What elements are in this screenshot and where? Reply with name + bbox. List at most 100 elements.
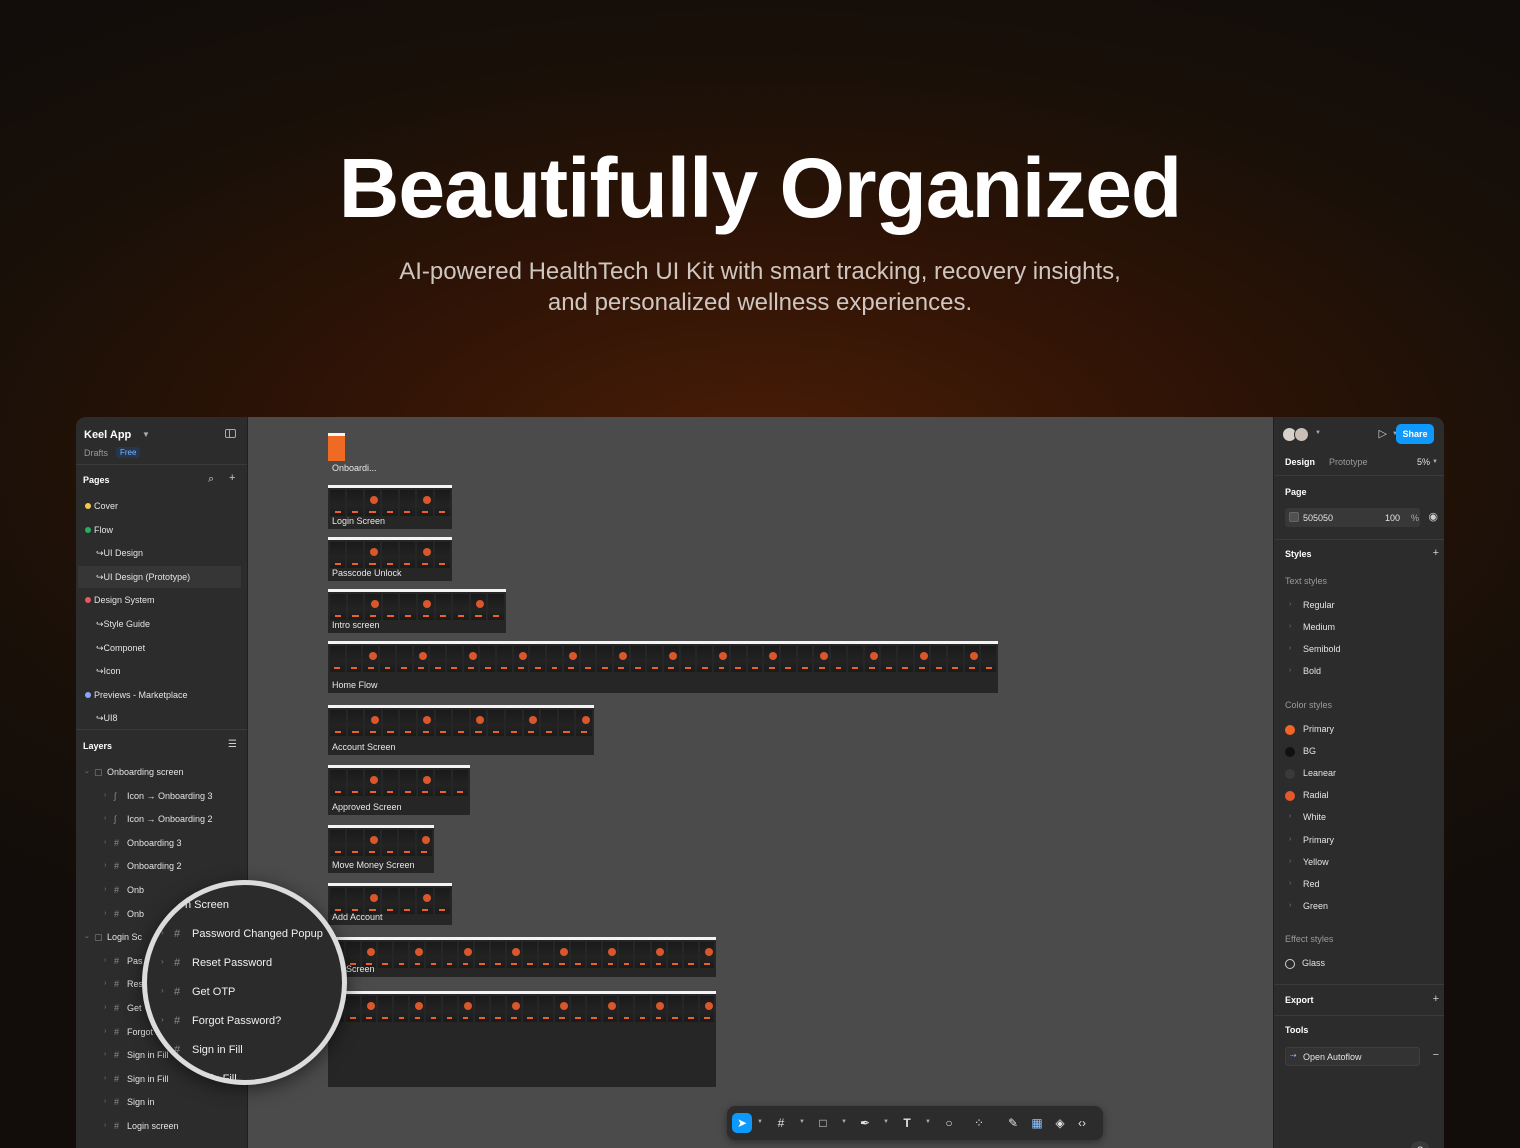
screen-thumbnail[interactable] (364, 830, 380, 856)
plugin-item[interactable]: ⇢ Open Autoflow (1285, 1047, 1420, 1066)
search-icon[interactable]: ⌕ (208, 473, 214, 486)
screen-thumbnail[interactable] (541, 710, 557, 736)
screen-thumbnail[interactable] (619, 942, 634, 968)
color-style-item[interactable]: Leanear (1274, 762, 1444, 784)
move-tool-icon[interactable]: ➤ (732, 1113, 752, 1133)
screen-thumbnail[interactable] (587, 996, 602, 1022)
screen-thumbnail[interactable] (347, 710, 364, 736)
screen-thumbnail[interactable] (430, 646, 445, 672)
chevron-right-icon[interactable]: › (104, 855, 106, 877)
screen-thumbnail[interactable] (587, 942, 602, 968)
page-item[interactable]: ↪Componet (78, 637, 241, 659)
screen-thumbnail[interactable] (382, 594, 399, 620)
page-color-value[interactable]: 505050 (1303, 513, 1333, 523)
page-color-field[interactable]: 505050 100 % (1285, 508, 1420, 527)
screen-thumbnail[interactable] (474, 996, 489, 1022)
screen-thumbnail[interactable] (931, 646, 947, 672)
screen-thumbnail[interactable] (458, 942, 473, 968)
screen-thumbnail[interactable] (458, 996, 473, 1022)
screen-thumbnail[interactable] (506, 942, 521, 968)
screen-thumbnail[interactable] (363, 646, 379, 672)
drafts-label[interactable]: Drafts (84, 448, 108, 458)
screen-thumbnail[interactable] (630, 646, 646, 672)
screen-thumbnail[interactable] (410, 996, 425, 1022)
layer-item[interactable]: › # Onboarding 2 (76, 855, 247, 877)
chevron-down-icon[interactable]: ▼ (142, 430, 150, 439)
frame-label[interactable]: Approved Screen (332, 802, 402, 812)
screen-thumbnail[interactable] (470, 710, 487, 736)
screen-thumbnail[interactable] (435, 594, 452, 620)
screen-thumbnail[interactable] (365, 594, 381, 620)
page-opacity-value[interactable]: 100 (1385, 513, 1400, 523)
screen-thumbnail[interactable] (453, 594, 469, 620)
chevron-right-icon[interactable]: › (104, 785, 106, 807)
screen-thumbnail[interactable] (330, 710, 346, 736)
screen-thumbnail[interactable] (417, 490, 433, 516)
color-style-item[interactable]: › Yellow (1274, 851, 1444, 873)
screen-thumbnail[interactable] (539, 942, 554, 968)
screen-thumbnail[interactable] (434, 490, 450, 516)
chevron-right-icon[interactable]: › (104, 1021, 106, 1043)
screen-thumbnail[interactable] (613, 646, 629, 672)
screen-thumbnail[interactable] (399, 490, 416, 516)
screen-thumbnail[interactable] (603, 942, 618, 968)
screen-thumbnail[interactable] (580, 646, 596, 672)
screen-thumbnail[interactable] (697, 646, 713, 672)
screen-thumbnail[interactable] (780, 646, 796, 672)
page-item[interactable]: Flow (78, 519, 241, 541)
screen-thumbnail[interactable] (964, 646, 980, 672)
chevron-down-icon[interactable]: ▼ (925, 1119, 931, 1125)
color-style-item[interactable]: BG (1274, 740, 1444, 762)
screen-thumbnail[interactable] (948, 646, 963, 672)
text-style-item[interactable]: › Medium (1274, 616, 1444, 638)
text-style-item[interactable]: › Semibold (1274, 638, 1444, 660)
screen-thumbnail[interactable] (417, 542, 433, 568)
text-style-item[interactable]: › Regular (1274, 594, 1444, 616)
screen-thumbnail[interactable] (330, 888, 346, 914)
screen-thumbnail[interactable] (346, 646, 362, 672)
tab-design[interactable]: Design (1285, 457, 1315, 467)
frame[interactable]: Add Account (328, 883, 452, 925)
screen-thumbnail[interactable] (680, 646, 696, 672)
layer-item[interactable]: › # Sign in (76, 1091, 247, 1113)
component-tool-icon[interactable]: ◈ (1050, 1113, 1070, 1133)
page-item[interactable]: ↪UI Design (Prototype) (78, 565, 241, 588)
screen-thumbnail[interactable] (330, 830, 346, 856)
screen-thumbnail[interactable] (667, 942, 682, 968)
chevron-right-icon[interactable]: › (104, 879, 106, 901)
screen-thumbnail[interactable] (647, 646, 663, 672)
screen-thumbnail[interactable] (463, 646, 479, 672)
zoom-level[interactable]: 5% (1417, 457, 1430, 467)
screen-thumbnail[interactable] (563, 646, 579, 672)
screen-thumbnail[interactable] (490, 996, 505, 1022)
screen-thumbnail[interactable] (897, 646, 913, 672)
chevron-right-icon[interactable]: ⌄ (84, 926, 90, 948)
plugin-label[interactable]: Open Autoflow (1303, 1052, 1362, 1062)
chevron-down-icon[interactable]: ▼ (757, 1119, 763, 1125)
avatar[interactable] (1294, 427, 1309, 442)
screen-thumbnail[interactable] (470, 594, 487, 620)
chevron-down-icon[interactable]: ▼ (799, 1119, 805, 1125)
screen-thumbnail[interactable] (764, 646, 779, 672)
screen-thumbnail[interactable] (435, 710, 452, 736)
screen-thumbnail[interactable] (382, 490, 398, 516)
page-color-swatch[interactable] (1289, 512, 1299, 522)
frame-label[interactable]: Move Money Screen (332, 860, 415, 870)
frame[interactable]: Intro screen (328, 589, 506, 633)
screen-thumbnail[interactable] (747, 646, 763, 672)
screen-thumbnail[interactable] (651, 942, 666, 968)
frame[interactable]: Account Screen (328, 705, 594, 755)
effect-style-item[interactable]: Glass (1274, 952, 1444, 974)
screen-thumbnail[interactable] (683, 996, 698, 1022)
frame-label[interactable]: Login Screen (332, 516, 385, 526)
frame-label[interactable]: Add Account (332, 912, 383, 922)
screen-thumbnail[interactable] (555, 942, 570, 968)
screen-thumbnail[interactable] (555, 996, 570, 1022)
screen-thumbnail[interactable] (442, 942, 457, 968)
screen-thumbnail[interactable] (413, 646, 429, 672)
screen-thumbnail[interactable] (410, 942, 425, 968)
screen-thumbnail[interactable] (597, 646, 612, 672)
screen-thumbnail[interactable] (378, 996, 393, 1022)
frame[interactable]: Passcode Unlock (328, 537, 452, 581)
pen-tool-icon[interactable]: ✒ (855, 1113, 875, 1133)
